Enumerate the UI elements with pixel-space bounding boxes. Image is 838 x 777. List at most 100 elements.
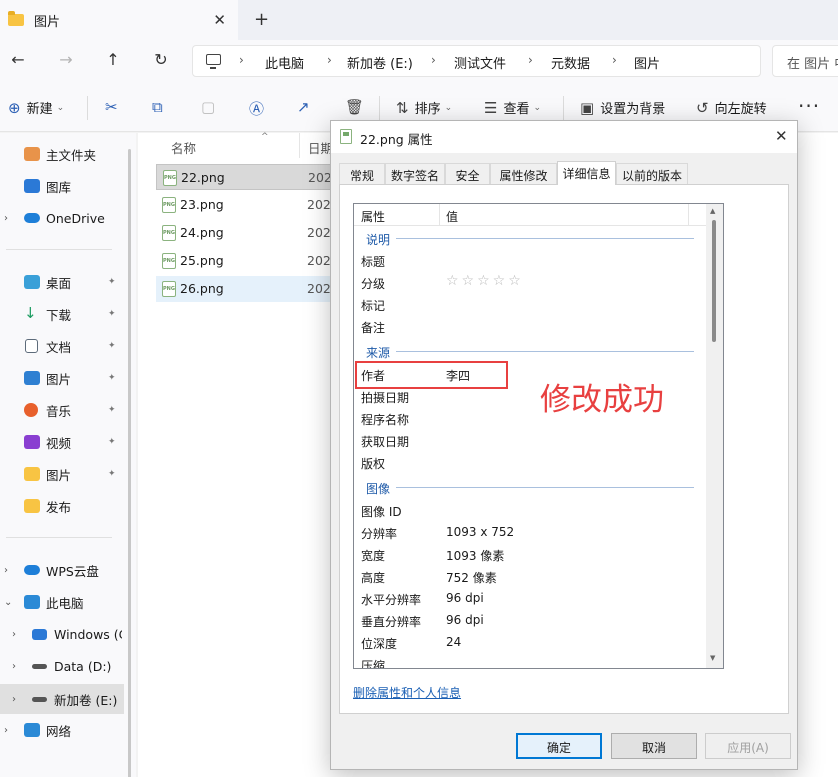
chevron-right-icon[interactable]: › bbox=[4, 565, 8, 576]
sidebar-item-documents[interactable]: 文档 ✦ bbox=[0, 332, 124, 360]
sidebar-item-downloads[interactable]: ↓ 下载 ✦ bbox=[0, 300, 124, 328]
back-button[interactable]: ← bbox=[8, 50, 28, 69]
prop-value[interactable]: 1093 x 752 bbox=[446, 525, 514, 539]
sidebar-item-gallery[interactable]: 图库 bbox=[0, 172, 124, 200]
refresh-button[interactable]: ↻ bbox=[151, 50, 171, 69]
breadcrumb-test-files[interactable]: 测试文件 bbox=[454, 53, 506, 72]
file-row-25[interactable]: 25.png 202 bbox=[156, 248, 336, 274]
chevron-down-icon[interactable]: ⌄ bbox=[4, 597, 12, 608]
sidebar-scrollbar[interactable] bbox=[124, 133, 136, 777]
chevron-right-icon[interactable]: › bbox=[4, 213, 8, 224]
breadcrumb-this-pc[interactable]: 此电脑 bbox=[265, 53, 304, 72]
view-button[interactable]: ☰ 查看 ⌄ bbox=[484, 98, 541, 118]
rotate-left-button[interactable]: ↺ 向左旋转 bbox=[696, 98, 767, 118]
property-list[interactable]: 属性 值 说明 标题 分级 ☆☆☆☆☆ 标记 备注 来源 作者 李四 拍摄日期 程序… bbox=[353, 203, 724, 669]
sort-button[interactable]: ⇅ 排序 ⌄ bbox=[396, 98, 452, 118]
sidebar-item-network[interactable]: › 网络 bbox=[0, 716, 124, 744]
column-divider[interactable] bbox=[299, 133, 300, 158]
file-row-23[interactable]: 23.png 202 bbox=[156, 192, 336, 218]
rename-button[interactable]: Ⓐ bbox=[249, 98, 270, 119]
prop-row-bit-depth[interactable]: 位深度 24 bbox=[361, 632, 691, 654]
dialog-title-bar[interactable]: 22.png 属性 ✕ bbox=[331, 121, 797, 153]
new-tab-button[interactable]: + bbox=[254, 9, 269, 30]
sidebar-item-drive-d[interactable]: › Data (D:) bbox=[0, 652, 124, 680]
column-divider[interactable] bbox=[688, 204, 689, 226]
prop-row-width[interactable]: 宽度 1093 像素 bbox=[361, 544, 691, 566]
pin-icon[interactable]: ✦ bbox=[108, 309, 116, 319]
prop-row-copyright[interactable]: 版权 bbox=[361, 452, 691, 474]
sidebar-item-home[interactable]: 主文件夹 bbox=[0, 140, 124, 168]
copy-button[interactable]: ⧉ bbox=[152, 98, 169, 116]
dialog-close-icon[interactable]: ✕ bbox=[775, 127, 788, 145]
column-header-name[interactable]: 名称 ^ bbox=[171, 132, 269, 157]
address-bar[interactable]: › 此电脑 › 新加卷 (E:) › 测试文件 › 元数据 › 图片 bbox=[192, 45, 761, 77]
pin-icon[interactable]: ✦ bbox=[108, 405, 116, 415]
search-input[interactable]: 在 图片 中 bbox=[772, 45, 838, 77]
prop-row-vertical-resolution[interactable]: 垂直分辨率 96 dpi bbox=[361, 610, 691, 632]
apply-button[interactable]: 应用(A) bbox=[705, 733, 791, 759]
sidebar-item-this-pc[interactable]: ⌄ 此电脑 bbox=[0, 588, 124, 616]
prop-row-horizontal-resolution[interactable]: 水平分辨率 96 dpi bbox=[361, 588, 691, 610]
prop-value[interactable]: 96 dpi bbox=[446, 591, 484, 605]
sidebar-item-publish[interactable]: 发布 bbox=[0, 492, 124, 520]
breadcrumb-drive-e[interactable]: 新加卷 (E:) bbox=[347, 53, 413, 72]
scroll-down-icon[interactable]: ▼ bbox=[710, 654, 715, 662]
prop-row-rating[interactable]: 分级 ☆☆☆☆☆ bbox=[361, 272, 691, 294]
tab-details[interactable]: 详细信息 bbox=[557, 161, 616, 185]
new-button[interactable]: ⊕ 新建 ⌄ bbox=[8, 98, 64, 118]
scroll-up-icon[interactable]: ▲ bbox=[710, 207, 715, 215]
prop-row-comments[interactable]: 备注 bbox=[361, 316, 691, 338]
sidebar-item-desktop[interactable]: 桌面 ✦ bbox=[0, 268, 124, 296]
prop-value[interactable]: 1093 像素 bbox=[446, 547, 504, 564]
prop-row-tags[interactable]: 标记 bbox=[361, 294, 691, 316]
chevron-right-icon[interactable]: › bbox=[12, 694, 16, 705]
more-options-icon[interactable]: ··· bbox=[798, 94, 820, 118]
pin-icon[interactable]: ✦ bbox=[108, 469, 116, 479]
tab-pictures[interactable]: 图片 ✕ bbox=[0, 0, 238, 40]
tab-digital-signatures[interactable]: 数字签名 bbox=[385, 163, 445, 185]
paste-button[interactable]: ▢ bbox=[201, 98, 221, 116]
sidebar-item-wps-cloud[interactable]: › WPS云盘 bbox=[0, 556, 124, 584]
sidebar-item-drive-e[interactable]: › 新加卷 (E:) bbox=[0, 684, 124, 714]
remove-properties-link[interactable]: 删除属性和个人信息 bbox=[353, 684, 461, 701]
pin-icon[interactable]: ✦ bbox=[108, 437, 116, 447]
prop-row-title[interactable]: 标题 bbox=[361, 250, 691, 272]
tab-attribute-changer[interactable]: 属性修改 bbox=[490, 163, 557, 185]
scrollbar-thumb[interactable] bbox=[128, 149, 131, 777]
tab-previous-versions[interactable]: 以前的版本 bbox=[616, 163, 688, 185]
cut-button[interactable]: ✂ bbox=[105, 98, 124, 116]
pin-icon[interactable]: ✦ bbox=[108, 373, 116, 383]
up-button[interactable]: ↑ bbox=[103, 50, 123, 69]
set-as-background-button[interactable]: ▣ 设置为背景 bbox=[580, 98, 665, 118]
property-list-scrollbar[interactable]: ▲ ▼ bbox=[706, 204, 723, 668]
sidebar-item-drive-c[interactable]: › Windows (C bbox=[0, 620, 124, 648]
file-row-24[interactable]: 24.png 202 bbox=[156, 220, 336, 246]
pin-icon[interactable]: ✦ bbox=[108, 341, 116, 351]
prop-value[interactable]: 24 bbox=[446, 635, 461, 649]
prop-value[interactable]: 96 dpi bbox=[446, 613, 484, 627]
pin-icon[interactable]: ✦ bbox=[108, 277, 116, 287]
prop-row-compression[interactable]: 压缩 bbox=[361, 654, 691, 668]
scrollbar-thumb[interactable] bbox=[712, 220, 716, 342]
sidebar-item-videos[interactable]: 视频 ✦ bbox=[0, 428, 124, 456]
sidebar-item-onedrive[interactable]: › OneDrive bbox=[0, 204, 124, 232]
column-header-value[interactable]: 值 bbox=[446, 208, 458, 225]
sidebar-item-pictures[interactable]: 图片 ✦ bbox=[0, 364, 124, 392]
prop-row-date-acquired[interactable]: 获取日期 bbox=[361, 430, 691, 452]
sidebar-item-pictures-folder[interactable]: 图片 ✦ bbox=[0, 460, 124, 488]
prop-row-height[interactable]: 高度 752 像素 bbox=[361, 566, 691, 588]
file-row-26[interactable]: 26.png 202 bbox=[156, 276, 336, 302]
breadcrumb-pictures[interactable]: 图片 bbox=[634, 53, 660, 72]
file-row-22[interactable]: 22.png 202 bbox=[156, 164, 336, 190]
forward-button[interactable]: → bbox=[56, 50, 76, 69]
chevron-right-icon[interactable]: › bbox=[12, 629, 16, 640]
tab-general[interactable]: 常规 bbox=[339, 163, 385, 185]
prop-row-dimensions[interactable]: 分辨率 1093 x 752 bbox=[361, 522, 691, 544]
star-rating-icon[interactable]: ☆☆☆☆☆ bbox=[446, 273, 524, 289]
prop-value[interactable]: 752 像素 bbox=[446, 569, 497, 586]
tab-security[interactable]: 安全 bbox=[445, 163, 490, 185]
delete-button[interactable]: 🗑 bbox=[345, 98, 370, 116]
chevron-right-icon[interactable]: › bbox=[4, 725, 8, 736]
tab-close-icon[interactable]: ✕ bbox=[213, 11, 226, 29]
column-divider[interactable] bbox=[439, 204, 440, 226]
